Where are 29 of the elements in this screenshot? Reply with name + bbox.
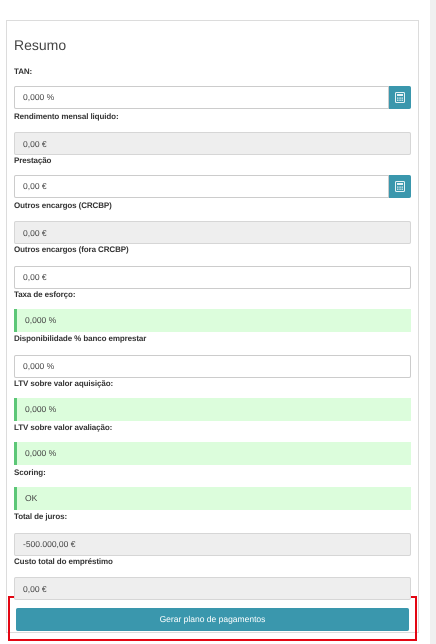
calculator-button[interactable] xyxy=(389,86,411,109)
field-label: Scoring: xyxy=(14,466,47,479)
calculator-icon xyxy=(395,92,405,103)
status-value: 0,000 % xyxy=(25,447,56,460)
status-value: 0,000 % xyxy=(25,314,56,326)
field-label: Rendimento mensal liquido: xyxy=(14,110,120,123)
input-field[interactable]: 0,000 % xyxy=(14,86,389,109)
panel-title: Resumo xyxy=(14,36,68,54)
input-field[interactable]: 0,000 % xyxy=(14,354,411,378)
readonly-field[interactable]: 0,00 € xyxy=(14,132,411,155)
readonly-field[interactable]: 0,00 € xyxy=(14,221,411,244)
input-field[interactable]: 0,00 € xyxy=(14,266,411,288)
field-label: Custo total do empréstimo xyxy=(14,556,114,568)
status-value: OK xyxy=(25,492,38,504)
readonly-field[interactable]: -500.000,00 € xyxy=(14,532,411,556)
field-label: Disponibilidade % banco emprestar xyxy=(14,333,148,345)
calculator-button[interactable] xyxy=(389,175,411,198)
field-label: Taxa de esforço: xyxy=(14,288,76,301)
status-value: 0,000 % xyxy=(25,402,56,416)
field-label: Outros encargos (fora CRCBP) xyxy=(14,244,130,256)
field-label: Prestação xyxy=(14,155,52,167)
calculator-icon xyxy=(395,181,405,192)
readonly-field[interactable]: 0,00 € xyxy=(14,577,411,600)
field-label: LTV sobre valor avaliação: xyxy=(14,422,114,434)
field-label: Total de juros: xyxy=(14,511,68,523)
input-field[interactable]: 0,00 € xyxy=(14,175,389,198)
field-label: TAN: xyxy=(14,66,34,78)
field-label: Outros encargos (CRCBP) xyxy=(14,200,113,212)
field-label: LTV sobre valor aquisição: xyxy=(14,378,114,390)
